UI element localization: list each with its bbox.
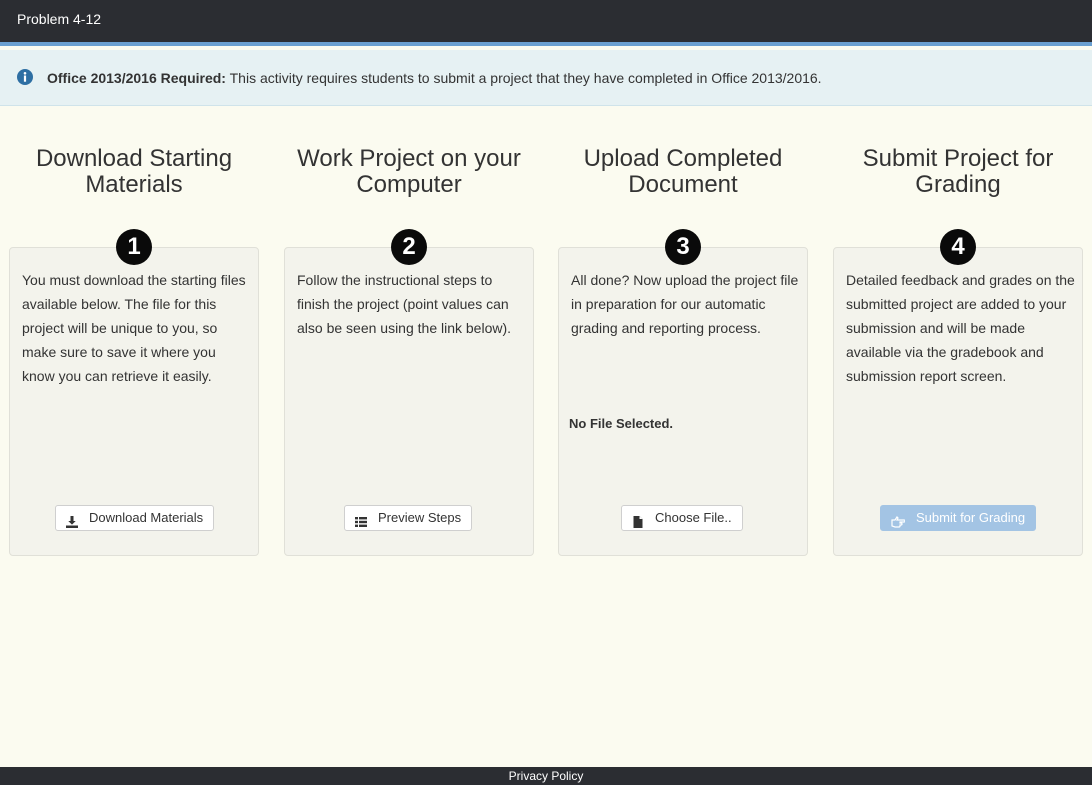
requirement-alert: Office 2013/2016 Required: This activity… — [0, 50, 1092, 106]
footer: Privacy Policy — [0, 767, 1092, 785]
download-materials-button[interactable]: Download Materials — [55, 505, 215, 531]
hand-point-right-icon — [891, 512, 906, 528]
alert-text: This activity requires students to submi… — [225, 70, 822, 86]
list-icon — [355, 512, 367, 527]
step-title-line: Submit Project for — [862, 145, 1054, 172]
step-title-line: Work Project on your — [297, 145, 521, 172]
step-description: All done? Now upload the project file in… — [571, 272, 799, 336]
step-panel: You must download the starting files ava… — [9, 247, 259, 556]
step-title-line: Computer — [356, 171, 462, 198]
step-title: Upload Completed Document — [558, 146, 808, 198]
step-title-line: Document — [628, 171, 738, 198]
step-description: Detailed feedback and grades on the subm… — [846, 272, 1075, 384]
step-title: Work Project on your Computer — [284, 146, 534, 198]
page-title: Problem 4-12 — [17, 11, 102, 27]
step-number-badge: 2 — [391, 229, 427, 265]
step-title-line: Upload Completed — [583, 145, 783, 172]
file-icon — [632, 512, 644, 528]
step-number-badge: 4 — [940, 229, 976, 265]
step-panel: All done? Now upload the project file in… — [558, 247, 808, 556]
top-bar: Problem 4-12 — [0, 0, 1092, 46]
choose-file-button[interactable]: Choose File.. — [621, 505, 743, 531]
submit-for-grading-button[interactable]: Submit for Grading — [880, 505, 1037, 531]
button-label: Preview Steps — [378, 510, 462, 525]
button-label: Choose File.. — [655, 510, 732, 525]
step-title: Download Starting Materials — [9, 146, 259, 198]
button-label: Submit for Grading — [916, 510, 1026, 525]
alert-message: Office 2013/2016 Required: This activity… — [47, 70, 822, 86]
step-title: Submit Project for Grading — [833, 146, 1083, 198]
alert-title: Office 2013/2016 Required: — [47, 70, 226, 86]
download-icon — [66, 512, 78, 528]
button-label: Download Materials — [89, 510, 204, 525]
step-title-line: Download Starting — [35, 145, 233, 172]
step-description: You must download the starting files ava… — [22, 272, 246, 384]
step-number-badge: 3 — [665, 229, 701, 265]
step-title-line: Materials — [85, 171, 183, 198]
info-icon — [17, 69, 33, 85]
step-panel: Follow the instructional steps to finish… — [284, 247, 534, 556]
file-status: No File Selected. — [569, 416, 674, 431]
privacy-policy-link[interactable]: Privacy Policy — [509, 769, 584, 783]
step-title-line: Grading — [915, 171, 1001, 198]
preview-steps-button[interactable]: Preview Steps — [344, 505, 473, 531]
step-description: Follow the instructional steps to finish… — [297, 272, 512, 336]
step-number-badge: 1 — [116, 229, 152, 265]
step-panel: Detailed feedback and grades on the subm… — [833, 247, 1083, 556]
